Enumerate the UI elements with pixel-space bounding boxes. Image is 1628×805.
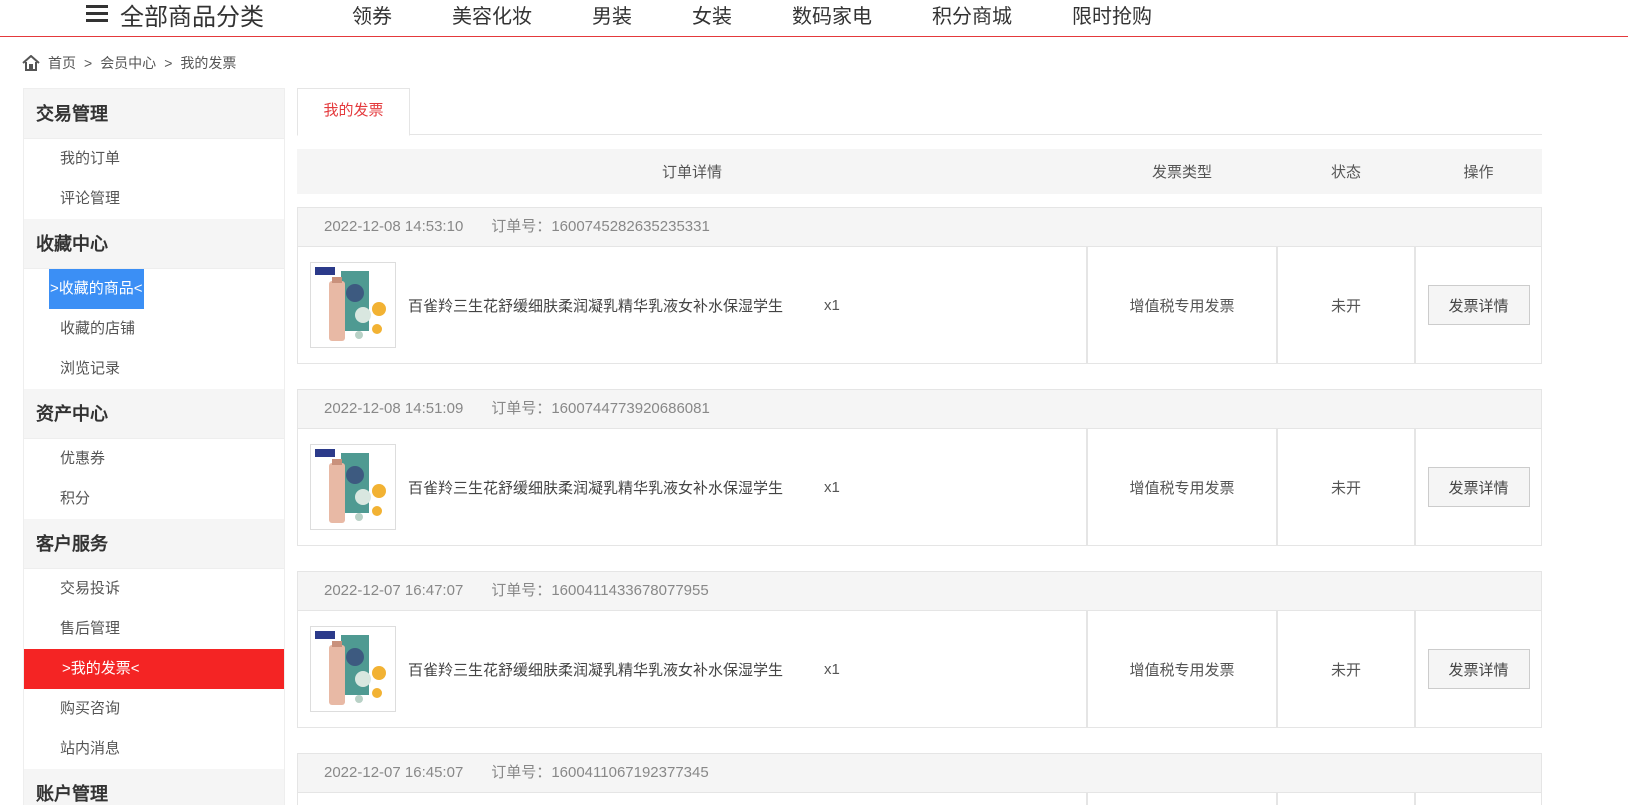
sidebar-item-history[interactable]: 浏览记录 (24, 349, 284, 389)
product-thumbnail[interactable] (310, 262, 396, 348)
order-number: 1600745282635235331 (551, 218, 710, 235)
product-quantity: x1 (824, 478, 840, 496)
invoice-type: 增值税专用发票 (1088, 429, 1278, 545)
sidebar-group-assets: 资产中心 (24, 389, 284, 439)
order-card: 2022-12-07 16:45:07 订单号：16004110671923773… (297, 753, 1542, 805)
sidebar-group-account: 账户管理 (24, 769, 284, 805)
order-header: 2022-12-07 16:45:07 订单号：16004110671923773… (298, 754, 1541, 793)
column-header-status: 状态 (1330, 164, 1361, 181)
column-header-actions: 操作 (1463, 164, 1494, 181)
all-categories-menu[interactable]: 全部商品分类 (86, 0, 264, 31)
invoice-status: 未开 (1278, 247, 1416, 363)
order-no-label: 订单号： (491, 218, 552, 235)
order-row: 百雀羚三生花舒缓细肤柔润凝乳精华乳液女补水保湿学生 x1 增值税专用发票 未开 … (298, 247, 1541, 363)
sidebar-group-trade: 交易管理 (24, 89, 284, 139)
all-categories-label: 全部商品分类 (120, 3, 264, 31)
breadcrumb-current: 我的发票 (180, 55, 237, 71)
sidebar-group-service: 客户服务 (24, 519, 284, 569)
order-row: 百雀羚三生花舒缓细肤柔润凝乳精华乳液女补水保湿学生 x1 增值税专用发票 未开 … (298, 429, 1541, 545)
tab-bar: 我的发票 (297, 88, 1542, 136)
column-header-invoice-type: 发票类型 (1151, 164, 1212, 181)
order-time: 2022-12-07 16:47:07 (324, 582, 464, 599)
nav-link-beauty[interactable]: 美容化妆 (452, 0, 532, 29)
product-thumbnail[interactable] (310, 626, 396, 712)
invoice-detail-button[interactable]: 发票详情 (1427, 467, 1530, 507)
order-row (298, 793, 1541, 805)
order-time: 2022-12-08 14:53:10 (324, 218, 464, 235)
order-header: 2022-12-07 16:47:07 订单号：16004114336780779… (298, 572, 1541, 611)
order-no-label: 订单号： (491, 764, 552, 781)
invoice-status: 未开 (1278, 429, 1416, 545)
product-name[interactable]: 百雀羚三生花舒缓细肤柔润凝乳精华乳液女补水保湿学生 (408, 295, 783, 316)
sidebar-item-fav-shops[interactable]: 收藏的店铺 (24, 309, 284, 349)
order-no-label: 订单号： (491, 582, 552, 599)
sidebar-item-my-orders[interactable]: 我的订单 (24, 139, 284, 179)
nav-link-points-mall[interactable]: 积分商城 (932, 0, 1012, 29)
invoice-type: 增值税专用发票 (1088, 611, 1278, 727)
home-icon (22, 55, 40, 71)
sidebar-item-points[interactable]: 积分 (24, 479, 284, 519)
product-name[interactable]: 百雀羚三生花舒缓细肤柔润凝乳精华乳液女补水保湿学生 (408, 659, 783, 680)
order-header: 2022-12-08 14:53:10 订单号：16007452826352353… (298, 208, 1541, 247)
order-header: 2022-12-08 14:51:09 订单号：16007447739206860… (298, 390, 1541, 429)
nav-link-coupons[interactable]: 领券 (352, 0, 392, 29)
breadcrumb: 首页 > 会员中心 > 我的发票 (22, 53, 236, 73)
sidebar-item-after-sales[interactable]: 售后管理 (24, 609, 284, 649)
sidebar-item-coupons[interactable]: 优惠券 (24, 439, 284, 479)
product-quantity: x1 (824, 660, 840, 678)
order-number: 1600411067192377345 (551, 764, 709, 781)
sidebar: 交易管理 我的订单 评论管理 收藏中心 >收藏的商品< 收藏的店铺 浏览记录 资… (23, 88, 285, 805)
order-no-label: 订单号： (491, 400, 552, 417)
table-header: 订单详情 发票类型 状态 操作 (297, 149, 1542, 194)
invoice-type: 增值税专用发票 (1088, 247, 1278, 363)
product-quantity: x1 (824, 296, 840, 314)
product-thumbnail[interactable] (310, 444, 396, 530)
hamburger-icon (86, 5, 108, 23)
sidebar-item-messages[interactable]: 站内消息 (24, 729, 284, 769)
invoice-detail-button[interactable]: 发票详情 (1427, 649, 1530, 689)
order-card: 2022-12-08 14:51:09 订单号：16007447739206860… (297, 389, 1542, 546)
breadcrumb-home[interactable]: 首页 (48, 53, 76, 73)
nav-link-womenswear[interactable]: 女装 (692, 0, 732, 29)
sidebar-item-fav-products[interactable]: >收藏的商品< (24, 269, 284, 309)
order-time: 2022-12-08 14:51:09 (324, 400, 464, 417)
sidebar-item-complaints[interactable]: 交易投诉 (24, 569, 284, 609)
tab-my-invoices[interactable]: 我的发票 (297, 88, 410, 136)
nav-link-digital[interactable]: 数码家电 (792, 0, 872, 29)
order-time: 2022-12-07 16:45:07 (324, 764, 464, 781)
order-number: 1600744773920686081 (551, 400, 710, 417)
sidebar-item-my-invoices[interactable]: >我的发票< (24, 649, 284, 689)
nav-link-flash-sale[interactable]: 限时抢购 (1072, 0, 1152, 29)
order-card: 2022-12-07 16:47:07 订单号：16004114336780779… (297, 571, 1542, 728)
breadcrumb-separator: > (164, 55, 173, 71)
invoice-detail-button[interactable]: 发票详情 (1427, 285, 1530, 325)
top-nav: 全部商品分类 领券 美容化妆 男装 女装 数码家电 积分商城 限时抢购 (0, 0, 1628, 37)
breadcrumb-separator: > (84, 55, 93, 71)
order-row: 百雀羚三生花舒缓细肤柔润凝乳精华乳液女补水保湿学生 x1 增值税专用发票 未开 … (298, 611, 1541, 727)
column-header-order-detail: 订单详情 (661, 164, 722, 181)
order-number: 1600411433678077955 (551, 582, 709, 599)
sidebar-item-inquiries[interactable]: 购买咨询 (24, 689, 284, 729)
sidebar-item-reviews[interactable]: 评论管理 (24, 179, 284, 219)
main-content: 我的发票 订单详情 发票类型 状态 操作 2022-12-08 14:53:10… (297, 88, 1542, 805)
invoice-status: 未开 (1278, 611, 1416, 727)
nav-link-menswear[interactable]: 男装 (592, 0, 632, 29)
sidebar-item-label: >收藏的商品< (49, 269, 144, 309)
sidebar-group-favorites: 收藏中心 (24, 219, 284, 269)
product-name[interactable]: 百雀羚三生花舒缓细肤柔润凝乳精华乳液女补水保湿学生 (408, 477, 783, 498)
nav-links: 领券 美容化妆 男装 女装 数码家电 积分商城 限时抢购 (352, 0, 1212, 28)
order-card: 2022-12-08 14:53:10 订单号：16007452826352353… (297, 207, 1542, 364)
breadcrumb-member-center[interactable]: 会员中心 (100, 53, 156, 73)
